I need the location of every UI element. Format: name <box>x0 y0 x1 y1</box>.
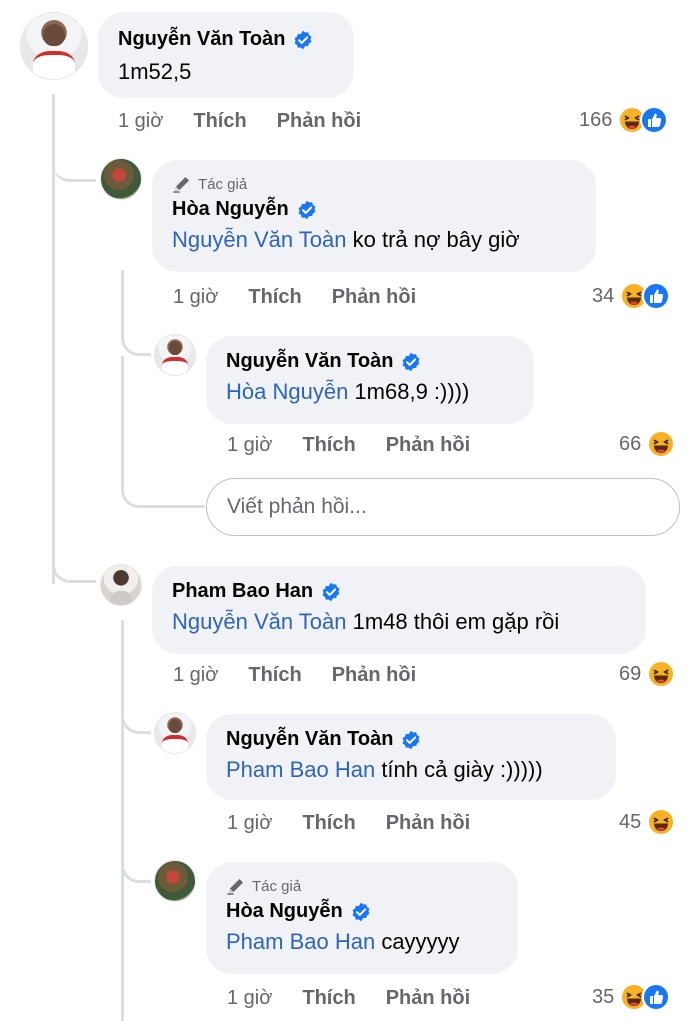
verified-badge-icon <box>351 902 371 922</box>
comment-bubble: Nguyễn Văn Toàn Pham Bao Han tính cả già… <box>206 714 616 800</box>
reaction-count: 166 <box>579 108 613 131</box>
mention-link[interactable]: Pham Bao Han <box>226 929 375 954</box>
reply-button[interactable]: Phản hồi <box>386 812 470 835</box>
comment-meta: 1 giờ Thích Phản hồi <box>227 434 500 457</box>
author-tag: Tác giả <box>172 174 574 194</box>
mention-link[interactable]: Pham Bao Han <box>226 757 375 782</box>
thread-elbow-reply-2-2 <box>121 845 151 883</box>
comment-text: Pham Bao Han cayyyyy <box>226 929 460 954</box>
comment-meta: 1 giờ Thích Phản hồi <box>173 664 446 687</box>
comment-time[interactable]: 1 giờ <box>173 664 218 687</box>
comment-author[interactable]: Hòa Nguyễn <box>172 198 289 221</box>
reaction-summary[interactable]: 35 <box>592 983 670 1011</box>
reply-button[interactable]: Phản hồi <box>386 434 470 457</box>
thread-elbow-reply-2 <box>52 545 96 583</box>
comment-text: Pham Bao Han tính cả giày :))))) <box>226 757 543 782</box>
comment-meta: 1 giờ Thích Phản hồi <box>173 286 446 309</box>
mention-link[interactable]: Nguyễn Văn Toàn <box>172 609 347 634</box>
like-reaction-icon <box>640 106 668 134</box>
avatar-nguyen-van-toan[interactable] <box>154 334 196 376</box>
comment-bubble: Pham Bao Han Nguyễn Văn Toàn 1m48 thôi e… <box>152 566 646 654</box>
thread-elbow-reply-2-1 <box>121 698 151 734</box>
comment-text: Nguyễn Văn Toàn ko trả nợ bây giờ <box>172 227 520 252</box>
comment-bubble: Nguyễn Văn Toàn 1m52,5 <box>98 12 354 98</box>
thread-elbow-input <box>121 356 205 508</box>
pencil-icon <box>226 876 246 896</box>
like-reaction-icon <box>642 282 670 310</box>
like-button[interactable]: Thích <box>248 664 301 687</box>
comment-author[interactable]: Nguyễn Văn Toàn <box>226 350 393 373</box>
like-button[interactable]: Thích <box>248 286 301 309</box>
avatar-hoa-nguyen[interactable] <box>154 860 196 902</box>
reaction-count: 66 <box>619 432 642 455</box>
avatar-pham-bao-han[interactable] <box>100 564 142 606</box>
reply-input[interactable]: Viết phản hồi... <box>206 478 680 536</box>
reply-button[interactable]: Phản hồi <box>386 987 470 1010</box>
verified-badge-icon <box>297 200 317 220</box>
comment-author[interactable]: Nguyễn Văn Toàn <box>226 728 393 751</box>
comment-text: 1m52,5 <box>118 59 192 84</box>
reply-input-placeholder: Viết phản hồi... <box>227 495 367 518</box>
thread-elbow-reply-1-1 <box>121 318 151 356</box>
mention-link[interactable]: Nguyễn Văn Toàn <box>172 227 347 252</box>
like-button[interactable]: Thích <box>193 110 246 133</box>
reply-button[interactable]: Phản hồi <box>332 664 416 687</box>
author-tag: Tác giả <box>226 876 496 896</box>
thread-elbow-reply-1 <box>52 140 96 182</box>
like-reaction-icon <box>642 983 670 1011</box>
comment-bubble: Tác giả Hòa Nguyễn Nguyễn Văn Toàn ko tr… <box>152 160 596 272</box>
haha-reaction-icon <box>647 808 675 836</box>
haha-reaction-icon <box>647 430 675 458</box>
reaction-count: 69 <box>619 662 642 685</box>
comment-text: Nguyễn Văn Toàn 1m48 thôi em gặp rồi <box>172 609 560 634</box>
reaction-summary[interactable]: 45 <box>619 808 675 836</box>
comment-author[interactable]: Pham Bao Han <box>172 580 313 603</box>
comment-time[interactable]: 1 giờ <box>227 434 272 457</box>
avatar-hoa-nguyen[interactable] <box>100 158 142 200</box>
reply-button[interactable]: Phản hồi <box>332 286 416 309</box>
reaction-count: 34 <box>592 284 615 307</box>
reaction-count: 45 <box>619 810 642 833</box>
comment-time[interactable]: 1 giờ <box>227 987 272 1010</box>
comment-text: Hòa Nguyễn 1m68,9 :)))) <box>226 379 470 404</box>
comment-bubble: Nguyễn Văn Toàn Hòa Nguyễn 1m68,9 :)))) <box>206 336 534 424</box>
like-button[interactable]: Thích <box>302 987 355 1010</box>
haha-reaction-icon <box>647 660 675 688</box>
avatar-nguyen-van-toan[interactable] <box>20 12 88 80</box>
comment-time[interactable]: 1 giờ <box>227 812 272 835</box>
comment-meta: 1 giờ Thích Phản hồi <box>227 812 500 835</box>
comment-meta: 1 giờ Thích Phản hồi <box>227 987 500 1010</box>
mention-link[interactable]: Hòa Nguyễn <box>226 379 348 404</box>
reaction-summary[interactable]: 66 <box>619 430 675 458</box>
reply-button[interactable]: Phản hồi <box>277 110 361 133</box>
reaction-summary[interactable]: 34 <box>592 282 670 310</box>
like-button[interactable]: Thích <box>302 434 355 457</box>
verified-badge-icon <box>321 582 341 602</box>
reaction-summary[interactable]: 69 <box>619 660 675 688</box>
verified-badge-icon <box>401 730 421 750</box>
comment-author[interactable]: Nguyễn Văn Toàn <box>118 28 285 51</box>
pencil-icon <box>172 174 192 194</box>
comment-time[interactable]: 1 giờ <box>173 286 218 309</box>
verified-badge-icon <box>401 352 421 372</box>
author-tag-label: Tác giả <box>252 877 302 895</box>
comment-meta: 1 giờ Thích Phản hồi <box>118 110 391 133</box>
avatar-nguyen-van-toan[interactable] <box>154 712 196 754</box>
comment-author[interactable]: Hòa Nguyễn <box>226 900 343 923</box>
comment-time[interactable]: 1 giờ <box>118 110 163 133</box>
reaction-summary[interactable]: 166 <box>579 106 668 134</box>
verified-badge-icon <box>293 30 313 50</box>
like-button[interactable]: Thích <box>302 812 355 835</box>
author-tag-label: Tác giả <box>198 175 248 193</box>
comment-bubble: Tác giả Hòa Nguyễn Pham Bao Han cayyyyy <box>206 862 518 974</box>
reaction-count: 35 <box>592 985 615 1008</box>
thread-line-sub-2 <box>121 620 124 1021</box>
